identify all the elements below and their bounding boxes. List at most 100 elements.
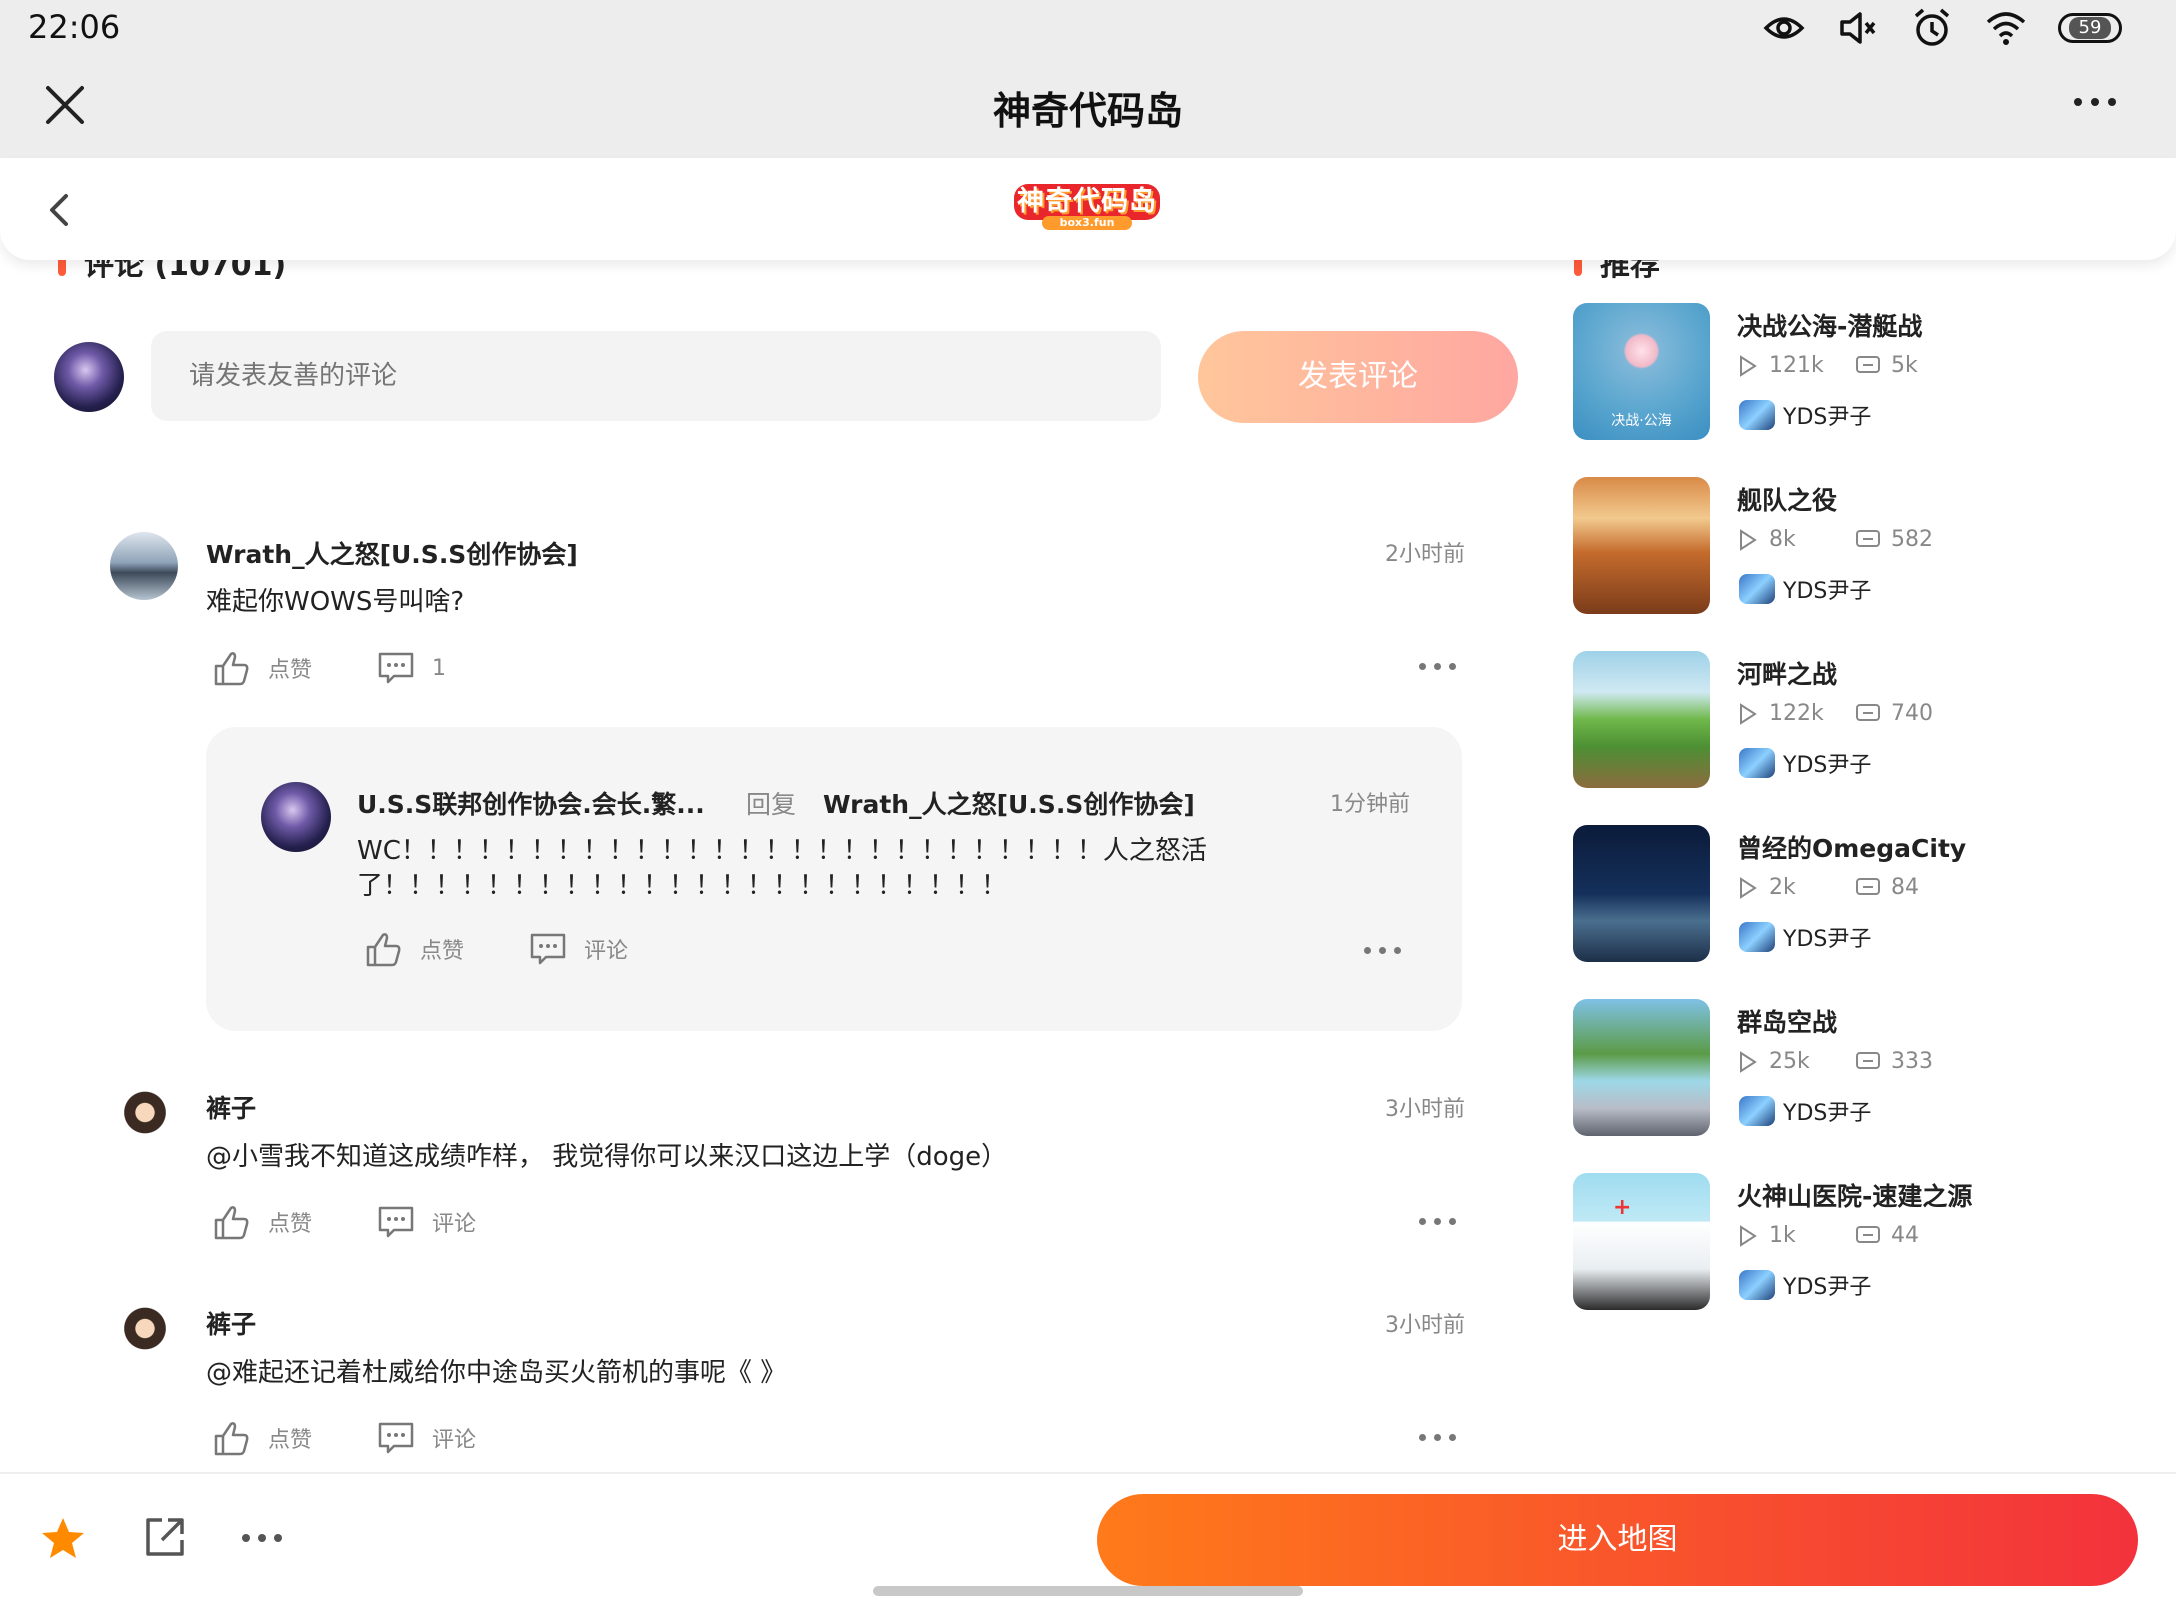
thumbs-up-icon: [214, 652, 249, 686]
author-avatar: [1739, 922, 1775, 952]
comment-bubble-icon: [378, 652, 414, 684]
comment-username[interactable]: 裤子: [206, 1089, 256, 1125]
comment-bubble-icon: [1856, 1225, 1880, 1243]
author-name: YDS尹子: [1783, 927, 1872, 952]
comment-count: 84: [1891, 875, 1919, 900]
reply-text-line1: WC！！！！！！！！！！！！！！！！！！！！！！！！！！！人之怒活: [357, 836, 1207, 866]
comment-button[interactable]: 评论: [376, 1418, 476, 1458]
recommend-item[interactable]: + 火神山医院-速建之源 1k 44 YDS尹子: [1573, 1173, 2173, 1313]
like-button[interactable]: 点赞: [212, 648, 312, 688]
author-name: YDS尹子: [1783, 753, 1872, 778]
author-avatar: [1739, 1096, 1775, 1126]
star-icon[interactable]: [40, 1516, 86, 1560]
play-icon: [1740, 876, 1757, 899]
like-button[interactable]: 点赞: [212, 1418, 312, 1458]
thumb-caption: 决战·公海: [1611, 413, 1672, 429]
like-label: 点赞: [268, 1428, 313, 1453]
status-time: 22:06: [28, 8, 121, 46]
comment-more-icon[interactable]: [1419, 1218, 1456, 1225]
comment-bubble-icon: [1856, 529, 1880, 547]
comment-time: 3小时前: [1385, 1313, 1465, 1338]
home-indicator[interactable]: [873, 1586, 1303, 1596]
title-bar: 神奇代码岛: [0, 52, 2176, 158]
avatar[interactable]: [120, 1306, 170, 1356]
reply-target-username[interactable]: Wrath_人之怒[U.S.S创作协会]: [823, 785, 1195, 821]
comment-count: 582: [1891, 527, 1933, 552]
reply-more-icon[interactable]: [1364, 947, 1401, 954]
comment-more-icon[interactable]: [1419, 1434, 1456, 1441]
play-count: 121k: [1769, 353, 1824, 378]
reply-word: 回复: [746, 790, 797, 819]
recommend-item[interactable]: 舰队之役 8k 582 YDS尹子: [1573, 477, 2173, 617]
comment-label: 评论: [584, 939, 629, 964]
comment-label: 评论: [432, 1428, 477, 1453]
recommend-item[interactable]: 群岛空战 25k 333 YDS尹子: [1573, 999, 2173, 1139]
share-icon[interactable]: [142, 1514, 188, 1560]
like-label: 点赞: [420, 939, 465, 964]
play-icon: [1740, 702, 1757, 725]
play-icon: [1740, 1224, 1757, 1247]
wifi-icon: [1986, 12, 2026, 45]
comment-count: 44: [1891, 1223, 1919, 1248]
author-avatar: [1739, 748, 1775, 778]
alarm-icon: [1914, 8, 1950, 46]
thumbs-up-icon: [214, 1422, 249, 1456]
avatar[interactable]: [110, 532, 178, 600]
author-name: YDS尹子: [1783, 1275, 1872, 1300]
comment-time: 3小时前: [1385, 1097, 1465, 1122]
recommend-item[interactable]: 曾经的OmegaCity 2k 84 YDS尹子: [1573, 825, 2173, 965]
comment-bubble-icon: [378, 1422, 414, 1454]
thumbs-up-icon: [366, 933, 401, 967]
enter-map-button[interactable]: 进入地图: [1097, 1494, 2138, 1586]
comment-count: 333: [1891, 1049, 1933, 1074]
like-label: 点赞: [268, 1212, 313, 1237]
comment-button[interactable]: 评论: [376, 1202, 476, 1242]
author-name: YDS尹子: [1783, 579, 1872, 604]
like-button[interactable]: 点赞: [364, 929, 464, 969]
comment-username[interactable]: 裤子: [206, 1305, 256, 1341]
reply-count-button[interactable]: 1: [376, 648, 446, 688]
map-title: 曾经的OmegaCity: [1737, 834, 1967, 863]
recommend-item[interactable]: 决战·公海 决战公海-潜艇战 121k 5k YDS尹子: [1573, 303, 2173, 443]
comment-bubble-icon: [530, 933, 566, 965]
red-cross-icon: +: [1613, 1195, 1632, 1220]
reply-username[interactable]: U.S.S联邦创作协会.会长.繁...: [357, 785, 705, 821]
comment-username[interactable]: Wrath_人之怒[U.S.S创作协会]: [206, 535, 578, 571]
author-avatar: [1739, 400, 1775, 430]
comment-count: 740: [1891, 701, 1933, 726]
avatar[interactable]: [261, 782, 331, 852]
comment-input[interactable]: [151, 331, 1161, 421]
map-thumbnail: [1573, 999, 1710, 1136]
post-comment-button[interactable]: 发表评论: [1198, 331, 1518, 423]
play-count: 122k: [1769, 701, 1824, 726]
battery-icon: 59: [2058, 13, 2122, 43]
author-name: YDS尹子: [1783, 405, 1872, 430]
play-icon: [1740, 528, 1757, 551]
eye-icon: [1763, 17, 1805, 39]
comment-text: @难起还记着杜威给你中途岛买火箭机的事呢《 》: [206, 1358, 787, 1388]
bottom-bar: 进入地图: [0, 1472, 2176, 1600]
recommend-item[interactable]: 河畔之战 122k 740 YDS尹子: [1573, 651, 2173, 791]
thumbs-up-icon: [214, 1206, 249, 1240]
like-label: 点赞: [268, 658, 313, 683]
status-bar: 22:06 59: [0, 0, 2176, 52]
author-avatar: [1739, 574, 1775, 604]
my-avatar: [54, 342, 124, 412]
more-options-icon[interactable]: [242, 1534, 282, 1542]
map-title: 群岛空战: [1737, 1008, 1838, 1037]
mute-icon: [1840, 12, 1876, 44]
more-menu-icon[interactable]: [2074, 98, 2116, 106]
comment-count: 5k: [1891, 353, 1918, 378]
reply-text-line2: 了！！！！！！！！！！！！！！！！！！！！！！！！: [357, 871, 1008, 901]
back-icon[interactable]: [40, 188, 80, 232]
map-thumbnail: +: [1573, 1173, 1710, 1310]
like-button[interactable]: 点赞: [212, 1202, 312, 1242]
author-name: YDS尹子: [1783, 1101, 1872, 1126]
comment-button[interactable]: 评论: [528, 929, 628, 969]
play-count: 25k: [1769, 1049, 1810, 1074]
site-logo[interactable]: 神奇代码岛 box3.fun: [1014, 184, 1160, 232]
avatar[interactable]: [120, 1090, 170, 1140]
comment-bubble-icon: [1856, 1051, 1880, 1069]
map-thumbnail: [1573, 825, 1710, 962]
comment-more-icon[interactable]: [1419, 663, 1456, 670]
